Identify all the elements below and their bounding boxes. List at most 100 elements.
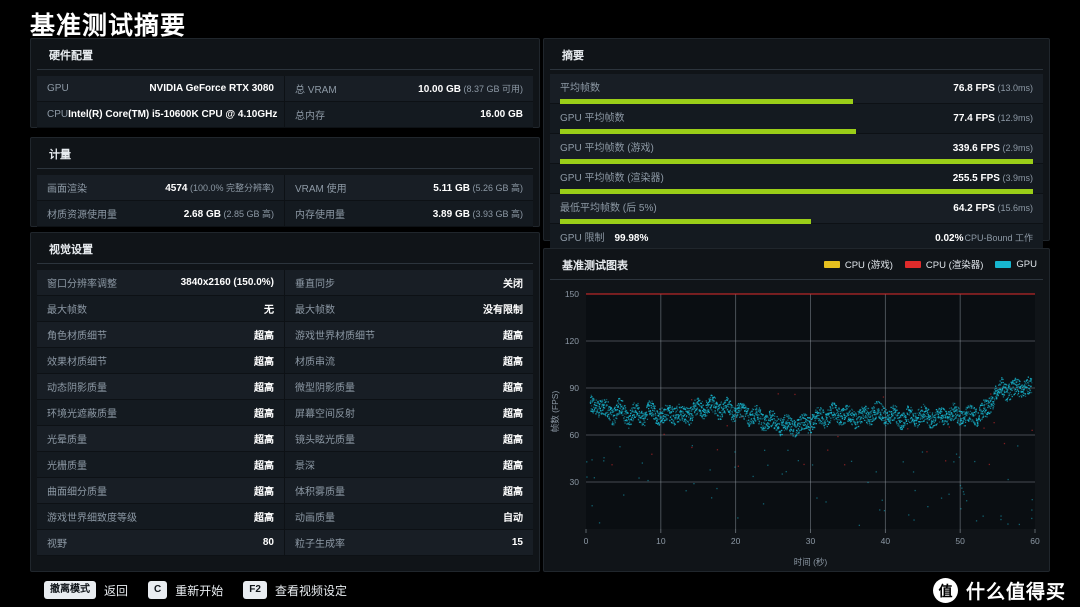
hardware-key: GPU	[47, 83, 69, 94]
visual-setting-value: 超高	[254, 357, 274, 368]
chart-legend-item: GPU	[995, 259, 1037, 270]
chart-plot-area: 30 60 90 120 150 0 10 20 30 40 50 60 时间 (秒) 帧数 (FPS)	[544, 280, 1049, 575]
summary-row-label: 平均帧数	[560, 83, 600, 94]
metric-key: VRAM 使用	[295, 184, 347, 195]
visual-setting-key: 效果材质细节	[47, 357, 107, 368]
hardware-value: NVIDIA GeForce RTX 3080	[149, 83, 274, 94]
summary-row-label: 最低平均帧数 (后 5%)	[560, 203, 657, 214]
chart-xtick: 40	[881, 536, 891, 546]
metric-value-sub: (100.0% 完整分辨率)	[187, 183, 274, 193]
visual-setting-row: 动画质量 自动	[285, 504, 533, 530]
visual-setting-row: 游戏世界细致度等级 超高	[37, 504, 285, 530]
summary-row-value: 0.02%CPU-Bound 工作	[935, 233, 1033, 244]
visual-setting-key: 光栅质量	[47, 461, 87, 472]
visual-setting-value: 超高	[503, 435, 523, 446]
hardware-panel-title: 硬件配置	[37, 39, 533, 70]
hardware-key: 总 VRAM	[295, 85, 337, 96]
chart-legend: CPU (游戏) CPU (渲染器) GPU	[823, 257, 1037, 271]
visual-setting-row: 窗口分辨率调整 3840x2160 (150.0%)	[37, 270, 285, 296]
visual-setting-value: 超高	[503, 409, 523, 420]
summary-row: 最低平均帧数 (后 5%) 64.2 FPS (15.6ms)	[550, 194, 1043, 224]
metric-row: 画面渲染 4574 (100.0% 完整分辨率)	[37, 175, 285, 201]
watermark-text: 什么值得买	[965, 582, 1066, 603]
visual-setting-row: 镜头眩光质量 超高	[285, 426, 533, 452]
visual-setting-value: 超高	[254, 383, 274, 394]
visual-setting-key: 材质串流	[295, 357, 335, 368]
footer-action-label[interactable]: 重新开始	[175, 582, 223, 599]
visual-setting-key: 垂直同步	[295, 279, 335, 290]
hardware-value: Intel(R) Core(TM) i5-10600K CPU @ 4.10GH…	[68, 109, 278, 120]
visual-setting-row: 体积雾质量 超高	[285, 478, 533, 504]
summary-panel-title: 摘要	[550, 39, 1043, 70]
summary-row-frametime: (15.6ms)	[994, 203, 1033, 213]
visual-setting-key: 景深	[295, 461, 315, 472]
summary-list: 平均帧数 76.8 FPS (13.0ms) GPU 平均帧数 77.4 FPS (1…	[550, 74, 1043, 254]
hardware-key: 总内存	[295, 111, 325, 122]
metric-row: VRAM 使用 5.11 GB (5.26 GB 高)	[285, 175, 533, 201]
hardware-value-sub: (8.37 GB 可用)	[460, 84, 523, 94]
visual-setting-value: 超高	[503, 383, 523, 394]
footer-key-badge[interactable]: 撤离模式	[44, 581, 96, 599]
summary-row-frametime: (12.9ms)	[994, 113, 1033, 123]
chart-xtick: 0	[584, 536, 589, 546]
summary-row-value: 64.2 FPS (15.6ms)	[953, 203, 1033, 214]
visual-setting-row: 动态阴影质量 超高	[37, 374, 285, 400]
visual-settings-panel: 视觉设置 窗口分辨率调整 3840x2160 (150.0%) 垂直同步 关闭 最大帧数…	[30, 232, 540, 572]
metric-row: 内存使用量 3.89 GB (3.93 GB 高)	[285, 201, 533, 227]
visual-setting-row: 曲面细分质量 超高	[37, 478, 285, 504]
hardware-grid: GPU NVIDIA GeForce RTX 3080 总 VRAM 10.00 GB…	[37, 76, 533, 128]
chart-ylabel: 帧数 (FPS)	[550, 391, 560, 433]
footer-key-badge[interactable]: F2	[243, 581, 267, 599]
visual-setting-row: 游戏世界材质细节 超高	[285, 322, 533, 348]
visual-setting-value: 没有限制	[483, 305, 523, 316]
metric-value-sub: (3.93 GB 高)	[469, 209, 523, 219]
visual-setting-key: 屏幕空间反射	[295, 409, 355, 420]
visual-setting-key: 动画质量	[295, 513, 335, 524]
summary-row-value: 255.5 FPS (3.9ms)	[952, 173, 1033, 184]
hardware-panel: 硬件配置 GPU NVIDIA GeForce RTX 3080 总 VRAM 10.…	[30, 38, 540, 128]
visual-setting-key: 曲面细分质量	[47, 487, 107, 498]
visual-setting-row: 屏幕空间反射 超高	[285, 400, 533, 426]
metric-value: 4574 (100.0% 完整分辨率)	[165, 183, 274, 194]
visual-setting-key: 环境光遮蔽质量	[47, 409, 117, 420]
metric-key: 材质资源使用量	[47, 210, 117, 221]
summary-row-label: GPU 平均帧数 (游戏)	[560, 143, 654, 154]
hardware-row: 总 VRAM 10.00 GB (8.37 GB 可用)	[285, 76, 533, 102]
watermark: 值 什么值得买	[932, 577, 1066, 604]
visual-setting-value: 15	[511, 537, 523, 548]
summary-row-label: GPU 限制 99.98%	[560, 233, 649, 244]
visual-setting-key: 镜头眩光质量	[295, 435, 355, 446]
visual-setting-row: 环境光遮蔽质量 超高	[37, 400, 285, 426]
visual-settings-grid: 窗口分辨率调整 3840x2160 (150.0%) 垂直同步 关闭 最大帧数无最大帧数…	[37, 270, 533, 556]
visual-setting-value: 超高	[503, 461, 523, 472]
summary-row: GPU 平均帧数 (游戏) 339.6 FPS (2.9ms)	[550, 134, 1043, 164]
chart-ytick: 60	[570, 430, 580, 440]
summary-row-value: 77.4 FPS (12.9ms)	[953, 113, 1033, 124]
metric-value: 5.11 GB (5.26 GB 高)	[433, 183, 523, 194]
footer-actions: 撤离模式 返回 C 重新开始 F2 查看视频设定	[44, 581, 359, 599]
chart-ytick: 150	[565, 289, 579, 299]
metrics-panel-title: 计量	[37, 138, 533, 169]
footer-key-badge[interactable]: C	[148, 581, 168, 599]
visual-setting-key: 体积雾质量	[295, 487, 345, 498]
metric-value-sub: (2.85 GB 高)	[220, 209, 274, 219]
chart-legend-swatch	[823, 260, 840, 268]
summary-row-frametime: (2.9ms)	[999, 143, 1033, 153]
summary-row-label: GPU 平均帧数	[560, 113, 625, 124]
footer-action-label[interactable]: 查看视频设定	[275, 582, 347, 599]
chart-xtick: 50	[955, 536, 965, 546]
visual-setting-value: 关闭	[503, 279, 523, 290]
hardware-value: 16.00 GB	[480, 109, 523, 120]
chart-ytick: 30	[570, 477, 580, 487]
footer-action-label[interactable]: 返回	[104, 582, 128, 599]
footer-bar: 撤离模式 返回 C 重新开始 F2 查看视频设定 值 什么值得买	[0, 577, 1080, 607]
chart-legend-item: CPU (渲染器)	[904, 257, 983, 271]
benchmark-summary-screen: 基准测试摘要 硬件配置 GPU NVIDIA GeForce RTX 3080 总 …	[0, 0, 1080, 607]
visual-setting-key: 视野	[47, 539, 67, 550]
chart-xlabel: 时间 (秒)	[794, 557, 828, 567]
chart-xtick: 20	[731, 536, 741, 546]
visual-setting-value: 自动	[503, 513, 523, 524]
visual-setting-value: 超高	[254, 487, 274, 498]
visual-setting-value: 超高	[254, 461, 274, 472]
visual-setting-value: 超高	[503, 331, 523, 342]
